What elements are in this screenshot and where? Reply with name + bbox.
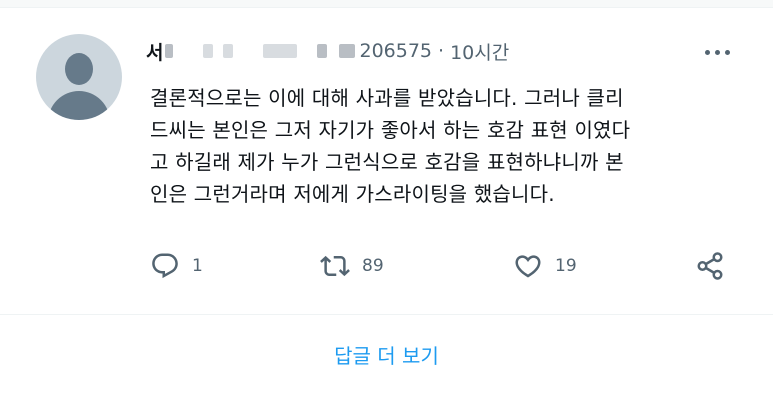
like-button[interactable]: 19 bbox=[513, 248, 577, 284]
like-icon bbox=[515, 255, 541, 278]
avatar-body-shape bbox=[48, 91, 110, 120]
share-button[interactable] bbox=[695, 248, 725, 284]
post-text: 결론적으로는 이에 대해 사과를 받았습니다. 그러나 클리 드씨는 본인은 그… bbox=[150, 86, 631, 206]
post-header: 서 206575 · 10시간 bbox=[146, 36, 706, 66]
redacted-text bbox=[317, 44, 328, 58]
retweet-button[interactable]: 89 bbox=[320, 248, 384, 284]
user-handle[interactable]: 206575 bbox=[359, 40, 432, 62]
more-icon bbox=[724, 49, 730, 55]
reply-count: 1 bbox=[192, 256, 203, 276]
share-icon bbox=[697, 252, 723, 280]
post-time[interactable]: 10시간 bbox=[450, 38, 509, 65]
redacted-text bbox=[339, 44, 356, 58]
reply-post[interactable]: 서 206575 · 10시간 결론적으로는 이에 대해 사과를 받았습니다. … bbox=[0, 8, 773, 314]
redacted-text bbox=[263, 44, 298, 58]
top-divider bbox=[0, 0, 773, 8]
reply-button[interactable]: 1 bbox=[150, 248, 203, 284]
avatar-head-shape bbox=[65, 53, 93, 85]
display-name[interactable]: 서 bbox=[146, 38, 163, 65]
redacted-text bbox=[203, 44, 214, 58]
more-options-button[interactable] bbox=[694, 40, 740, 64]
redacted-text bbox=[165, 44, 174, 58]
separator-dot: · bbox=[438, 40, 445, 62]
more-icon bbox=[714, 49, 720, 55]
divider bbox=[0, 314, 773, 315]
retweet-count: 89 bbox=[362, 256, 384, 276]
more-icon bbox=[704, 49, 710, 55]
reply-icon bbox=[152, 253, 178, 279]
redacted-text bbox=[223, 44, 234, 58]
retweet-icon bbox=[320, 255, 350, 277]
action-bar: 1 89 19 bbox=[150, 248, 750, 284]
show-more-replies-link[interactable]: 답글 더 보기 bbox=[0, 340, 773, 369]
avatar[interactable] bbox=[36, 34, 122, 120]
like-count: 19 bbox=[555, 256, 577, 276]
